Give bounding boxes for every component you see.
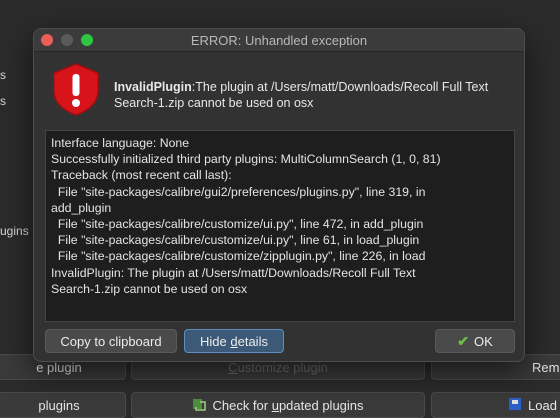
details-line: File "site-packages/calibre/customize/ui… [51,217,424,232]
error-type: InvalidPlugin [114,80,192,94]
bg-check-updates-label: Check for updated plugins [212,397,364,413]
bg-load-button[interactable]: Load [431,392,560,418]
details-line: File "site-packages/calibre/customize/zi… [51,249,426,264]
title-bar: ERROR: Unhandled exception [34,29,524,52]
ok-button[interactable]: ✔ OK [435,329,515,353]
dialog-title: ERROR: Unhandled exception [190,33,368,48]
details-line: Interface language: None [51,136,190,150]
error-dialog: ERROR: Unhandled exception InvalidPlugin… [33,28,525,362]
ok-label: OK [473,333,493,349]
error-message: InvalidPlugin:The plugin at /Users/matt/… [114,79,514,111]
bg-plugins-button[interactable]: plugins [0,392,126,418]
details-line: File "site-packages/calibre/gui2/prefere… [51,184,426,199]
details-line: Search-1.zip cannot be used on osx [51,281,248,296]
hide-details-button[interactable]: Hide details [184,329,284,353]
bg-sidebar-text-3: ugins [0,224,29,238]
bg-plugins-label: plugins [38,397,80,413]
details-line: File "site-packages/calibre/customize/ui… [51,233,420,248]
bg-sidebar-text-2: s [0,94,6,108]
bg-check-updates-button[interactable]: Check for updated plugins [131,392,425,418]
bg-remove-label: Rem [532,359,560,375]
details-line: InvalidPlugin: The plugin at /Users/matt… [51,265,416,280]
details-line: add_plugin [51,200,112,215]
update-icon [192,397,207,414]
load-icon [508,397,522,414]
details-text-area[interactable]: Interface language: None Successfully in… [45,130,515,322]
details-line: Traceback (most recent call last): [51,168,232,183]
copy-to-clipboard-button[interactable]: Copy to clipboard [45,329,177,353]
checkmark-icon: ✔ [457,332,469,349]
details-line: Successfully initialized third party plu… [51,152,441,167]
hide-details-label: Hide details [200,333,268,349]
copy-to-clipboard-label: Copy to clipboard [60,333,162,349]
bg-sidebar-text-1: s [0,68,6,82]
error-shield-icon [48,61,104,117]
bg-load-label: Load [528,397,557,413]
